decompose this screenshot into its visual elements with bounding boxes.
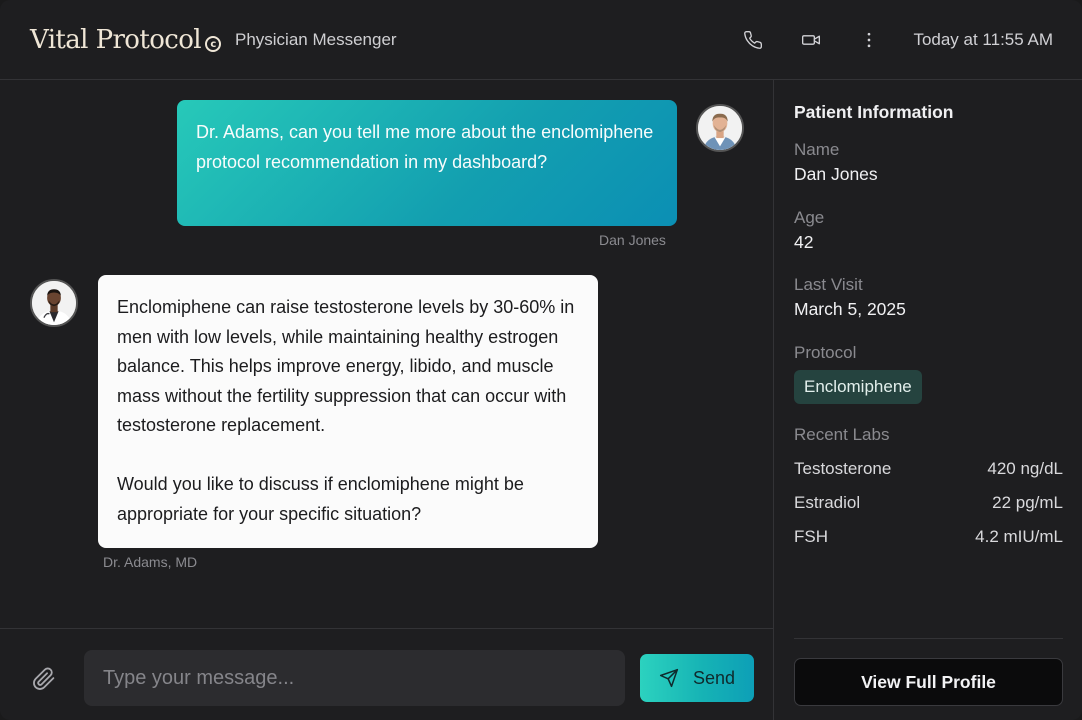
- patient-message-bubble: Dr. Adams, can you tell me more about th…: [177, 100, 677, 226]
- app-subtitle: Physician Messenger: [234, 29, 397, 49]
- logo-mark: c: [204, 36, 221, 52]
- lab-value: 420 ng/dL: [987, 459, 1063, 478]
- attach-button[interactable]: [32, 667, 56, 691]
- lab-row: FSH 4.2 mIU/mL: [794, 527, 1063, 547]
- view-full-profile-button[interactable]: View Full Profile: [794, 658, 1063, 706]
- panel-title: Patient Information: [794, 102, 954, 122]
- phone-icon: [744, 30, 763, 49]
- video-call-button[interactable]: [796, 25, 826, 55]
- header-timestamp: Today at 11:55 AM: [913, 29, 1053, 49]
- last-visit-label: Last Visit: [794, 275, 863, 294]
- doctor-message-paragraph: Enclomiphene can raise testosterone leve…: [117, 297, 575, 435]
- name-value: Dan Jones: [794, 164, 878, 184]
- app-logo: Vital Protocol c: [30, 25, 221, 55]
- message-composer: Send: [0, 628, 774, 720]
- message-input[interactable]: [84, 650, 625, 706]
- patient-message-text: Dr. Adams, can you tell me more about th…: [196, 122, 654, 172]
- age-value: 42: [794, 232, 814, 252]
- doctor-message-paragraph: Would you like to discuss if enclomiphen…: [117, 474, 524, 524]
- lab-row: Testosterone 420 ng/dL: [794, 459, 1063, 479]
- lab-name: Testosterone: [794, 459, 892, 478]
- lab-name: Estradiol: [794, 493, 861, 512]
- doctor-message-bubble: Enclomiphene can raise testosterone leve…: [98, 275, 598, 548]
- app-header: Vital Protocol c Physician Messenger Tod…: [0, 0, 1082, 80]
- recent-labs-label: Recent Labs: [794, 425, 890, 444]
- doctor-avatar-image: [32, 281, 76, 325]
- doctor-avatar[interactable]: [30, 279, 78, 327]
- last-visit-value: March 5, 2025: [794, 299, 906, 319]
- logo-text: Vital Protocol: [30, 24, 202, 55]
- lab-name: FSH: [794, 527, 828, 546]
- video-camera-icon: [802, 34, 821, 45]
- panel-divider: [794, 638, 1063, 639]
- age-label: Age: [794, 208, 825, 227]
- lab-value: 4.2 mIU/mL: [975, 527, 1063, 546]
- patient-avatar[interactable]: [696, 104, 744, 152]
- name-label: Name: [794, 140, 840, 159]
- send-button-label: Send: [692, 667, 736, 688]
- patient-message-sender: Dan Jones: [599, 232, 666, 248]
- patient-info-panel: Patient Information Name Dan Jones Age 4…: [775, 80, 1082, 720]
- chat-thread[interactable]: Dr. Adams, can you tell me more about th…: [0, 80, 774, 628]
- messenger-window: Vital Protocol c Physician Messenger Tod…: [0, 0, 1082, 720]
- more-options-button[interactable]: [854, 25, 884, 55]
- send-icon: [659, 668, 679, 688]
- phone-call-button[interactable]: [738, 25, 768, 55]
- lab-value: 22 pg/mL: [992, 493, 1063, 512]
- patient-avatar-image: [698, 106, 742, 150]
- send-button[interactable]: Send: [640, 654, 754, 702]
- more-vertical-icon: [868, 32, 871, 47]
- lab-row: Estradiol 22 pg/mL: [794, 493, 1063, 513]
- paperclip-icon: [33, 667, 55, 690]
- doctor-message-sender: Dr. Adams, MD: [103, 554, 198, 570]
- protocol-label: Protocol: [794, 343, 857, 362]
- protocol-badge: Enclomiphene: [794, 370, 922, 404]
